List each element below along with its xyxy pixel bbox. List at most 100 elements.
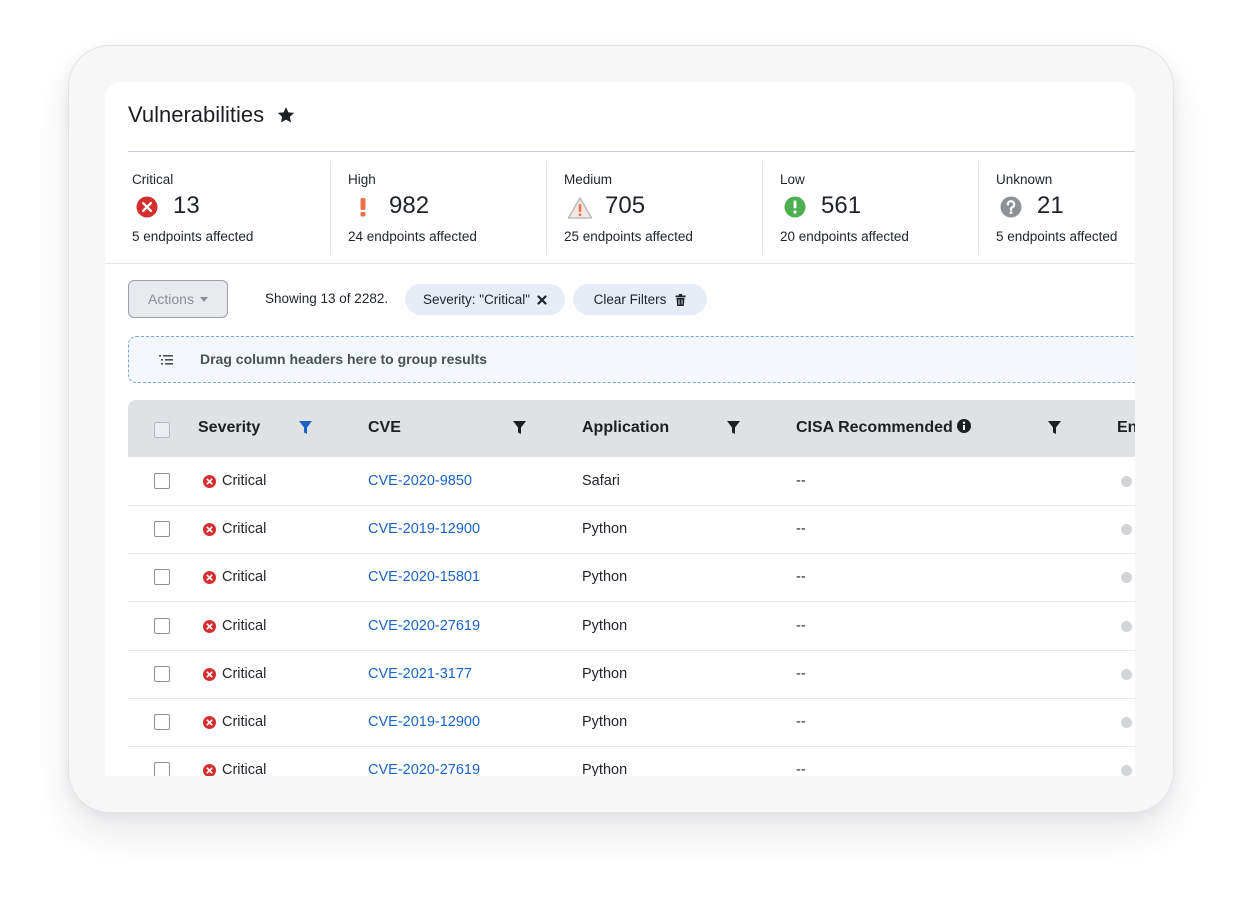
cve-link[interactable]: CVE-2020-27619 <box>368 618 480 634</box>
column-header-cisa[interactable]: CISA Recommended <box>796 419 972 437</box>
result-count: Showing 13 of 2282. <box>265 291 389 306</box>
x-circle-icon <box>203 667 216 681</box>
stat-endpoints: 24 endpoints affected <box>348 229 477 244</box>
table-row[interactable]: Critical CVE-2020-27619 Python -- <box>128 746 1135 776</box>
severity-cell: Critical <box>222 473 267 489</box>
stat-divider <box>546 161 547 255</box>
row-checkbox[interactable] <box>154 665 170 682</box>
application-cell: Python <box>582 665 628 682</box>
application-cell: Python <box>582 569 628 586</box>
question-circle-icon <box>1000 196 1022 218</box>
stat-endpoints: 20 endpoints affected <box>780 229 909 244</box>
funnel-icon[interactable] <box>1048 421 1061 435</box>
cve-link[interactable]: CVE-2020-27619 <box>368 762 480 776</box>
column-header-cve[interactable]: CVE <box>368 419 401 437</box>
cisa-cell: -- <box>796 521 806 538</box>
funnel-icon[interactable] <box>513 421 526 435</box>
status-dot <box>1121 668 1132 680</box>
application-cell: Python <box>582 762 628 776</box>
funnel-icon[interactable] <box>727 421 740 435</box>
stat-endpoints: 25 endpoints affected <box>564 229 693 244</box>
severity-cell: Critical <box>222 762 267 776</box>
row-checkbox[interactable] <box>154 521 170 538</box>
stat-count: 21 <box>1037 192 1064 219</box>
cve-link[interactable]: CVE-2020-15801 <box>368 569 480 585</box>
severity-cell: Critical <box>222 714 267 730</box>
column-header-application[interactable]: Application <box>582 419 669 437</box>
table-header: Severity CVE Application CISA Recommende… <box>128 400 1135 457</box>
stat-label: High <box>348 172 376 187</box>
cve-link[interactable]: CVE-2021-3177 <box>368 666 472 682</box>
cve-link[interactable]: CVE-2020-9850 <box>368 473 472 489</box>
cve-link[interactable]: CVE-2019-12900 <box>368 521 480 537</box>
trash-icon <box>675 293 686 306</box>
stat-count: 13 <box>173 192 200 219</box>
stat-divider <box>330 161 331 255</box>
cisa-cell: -- <box>796 665 806 682</box>
row-checkbox[interactable] <box>154 617 170 634</box>
stat-endpoints: 5 endpoints affected <box>132 229 254 244</box>
table-row[interactable]: Critical CVE-2021-3177 Python -- <box>128 650 1135 699</box>
cve-link[interactable]: CVE-2019-12900 <box>368 714 480 730</box>
caret-down-icon <box>199 296 208 302</box>
status-dot <box>1121 524 1132 536</box>
application-cell: Python <box>582 521 628 538</box>
stat-label: Critical <box>132 172 174 187</box>
severity-cell: Critical <box>222 665 267 682</box>
clear-filters-button[interactable]: Clear Filters <box>573 284 707 315</box>
table-row[interactable]: Critical CVE-2019-12900 Python -- <box>128 505 1135 555</box>
stat-label: Medium <box>564 172 613 187</box>
table-row[interactable]: Critical CVE-2020-9850 Safari -- <box>128 457 1135 506</box>
status-dot <box>1121 572 1132 584</box>
x-circle-icon <box>203 523 216 537</box>
table-row[interactable]: Critical CVE-2020-15801 Python -- <box>128 553 1135 603</box>
cisa-cell: -- <box>796 617 806 634</box>
x-circle-icon <box>203 571 216 585</box>
list-indent-icon <box>159 353 173 371</box>
stat-divider <box>762 161 763 255</box>
group-by-dropzone[interactable]: Drag column headers here to group result… <box>128 336 1135 383</box>
table-row[interactable]: Critical CVE-2020-27619 Python -- <box>128 602 1135 651</box>
x-circle-icon <box>203 475 216 488</box>
cisa-cell: -- <box>796 473 806 489</box>
column-header-endpoints[interactable]: En <box>1117 419 1135 437</box>
application-cell: Python <box>582 617 628 634</box>
x-icon[interactable] <box>537 294 547 305</box>
stat-count: 561 <box>821 192 862 219</box>
row-checkbox[interactable] <box>154 569 170 586</box>
severity-filter-chip[interactable]: Severity: "Critical" <box>405 284 565 315</box>
vulnerabilities-panel: Vulnerabilities Critical 13 5 endpoints … <box>105 82 1135 776</box>
cisa-cell: -- <box>796 714 806 730</box>
dropzone-text: Drag column headers here to group result… <box>200 351 488 367</box>
stat-divider <box>978 161 979 255</box>
select-all-checkbox[interactable] <box>154 422 170 438</box>
exclamation-circle-icon <box>784 196 806 218</box>
row-checkbox[interactable] <box>154 473 170 489</box>
application-cell: Safari <box>582 473 620 489</box>
x-circle-icon <box>203 716 216 729</box>
column-header-severity[interactable]: Severity <box>198 419 260 437</box>
table-row[interactable]: Critical CVE-2019-12900 Python -- <box>128 698 1135 747</box>
info-circle-icon[interactable] <box>957 419 972 433</box>
star-icon[interactable] <box>276 105 296 125</box>
header-divider <box>128 151 1135 152</box>
cisa-cell: -- <box>796 569 806 586</box>
cisa-cell: -- <box>796 762 806 776</box>
page-title-text: Vulnerabilities <box>128 102 265 127</box>
x-circle-icon <box>136 196 158 218</box>
row-checkbox[interactable] <box>154 762 170 776</box>
application-cell: Python <box>582 714 628 730</box>
severity-cell: Critical <box>222 617 267 634</box>
severity-cell: Critical <box>222 521 267 538</box>
column-header-cisa-label: CISA Recommended <box>796 419 953 436</box>
severity-cell: Critical <box>222 569 267 586</box>
status-dot <box>1121 765 1132 776</box>
row-checkbox[interactable] <box>154 714 170 730</box>
funnel-icon[interactable] <box>299 421 312 435</box>
status-dot <box>1121 717 1132 728</box>
x-circle-icon <box>203 764 216 776</box>
status-dot <box>1121 620 1132 632</box>
x-circle-icon <box>203 619 216 633</box>
actions-dropdown[interactable]: Actions <box>128 280 228 318</box>
stat-count: 982 <box>389 192 430 219</box>
